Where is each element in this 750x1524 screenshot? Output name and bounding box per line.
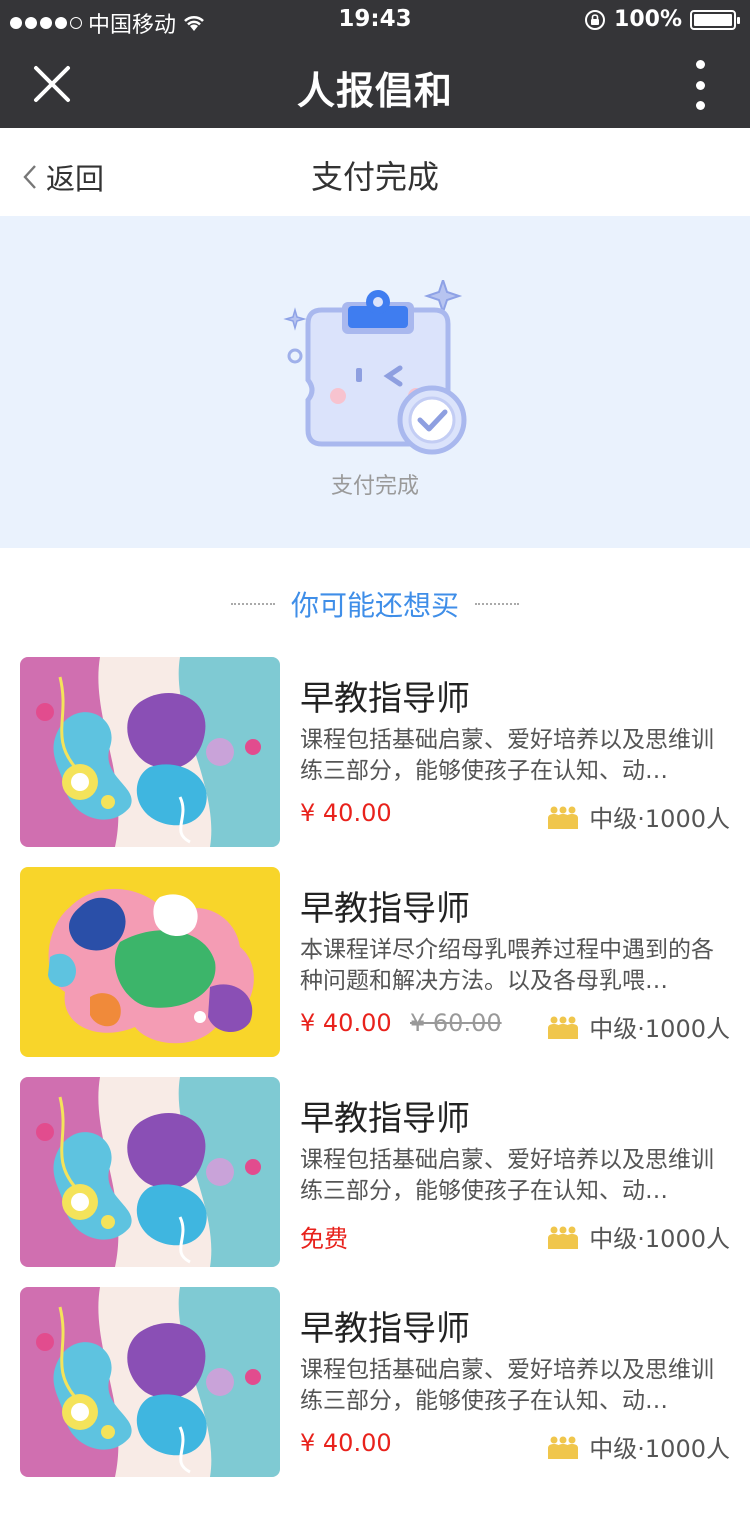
product-thumbnail [20,657,280,847]
recommend-heading: 你可能还想买 [0,584,750,624]
rotation-lock-icon [585,9,606,30]
people-icon [547,1225,579,1249]
product-info: 早教指导师 课程包括基础启蒙、爱好培养以及思维训练三部分，能够使孩子在认知、动…… [300,1287,730,1477]
product-desc: 课程包括基础启蒙、爱好培养以及思维训练三部分，能够使孩子在认知、动… [300,727,714,784]
more-vertical-icon[interactable] [694,60,706,110]
payment-success-banner: 支付完成 [0,216,750,548]
product-meta: 中级·1000人 [547,1009,730,1044]
product-price: 免费 [300,1225,348,1253]
divider [475,603,519,605]
product-price: ¥ 40.00 [300,799,392,827]
product-meta: 中级·1000人 [547,799,730,834]
product-thumbnail [20,1287,280,1477]
product-info: 早教指导师 课程包括基础启蒙、爱好培养以及思维训练三部分，能够使孩子在认知、动…… [300,1077,730,1267]
recommend-title: 你可能还想买 [290,589,459,622]
status-bar: 中国移动 19:43 100% [0,0,750,40]
nav-bar: 人报倡和 [0,40,750,128]
product-desc: 课程包括基础启蒙、爱好培养以及思维训练三部分，能够使孩子在认知、动… [300,1357,714,1414]
product-thumbnail [20,867,280,1057]
status-right: 100% [584,7,740,32]
wechat-header: 中国移动 19:43 100% 人报倡和 [0,0,750,128]
payment-success-illustration [283,280,467,455]
product-meta: 中级·1000人 [547,1219,730,1254]
divider [230,603,275,605]
product-desc: 课程包括基础启蒙、爱好培养以及思维训练三部分，能够使孩子在认知、动… [300,1147,714,1204]
product-level-count: 中级·1000人 [589,1225,730,1253]
page-header: 返回 支付完成 [0,128,750,216]
product-level-count: 中级·1000人 [589,1015,730,1043]
product-original-price: ¥ 60.00 [410,1009,502,1037]
product-title: 早教指导师 [300,1099,470,1139]
product-info: 早教指导师 课程包括基础启蒙、爱好培养以及思维训练三部分，能够使孩子在认知、动…… [300,657,730,847]
page-title: 支付完成 [310,158,439,196]
product-card[interactable]: 早教指导师 课程包括基础启蒙、爱好培养以及思维训练三部分，能够使孩子在认知、动…… [20,657,730,847]
product-title: 早教指导师 [300,889,470,929]
product-info: 早教指导师 本课程详尽介绍母乳喂养过程中遇到的各种问题和解决方法。以及各母乳喂…… [300,867,730,1057]
product-level-count: 中级·1000人 [589,805,730,833]
product-price: ¥ 40.00 [300,1009,392,1037]
people-icon [547,1435,579,1459]
battery-percent: 100% [614,7,682,32]
product-card[interactable]: 早教指导师 课程包括基础启蒙、爱好培养以及思维训练三部分，能够使孩子在认知、动…… [20,1287,730,1477]
success-text: 支付完成 [330,474,419,499]
product-meta: 中级·1000人 [547,1429,730,1464]
product-card[interactable]: 早教指导师 课程包括基础启蒙、爱好培养以及思维训练三部分，能够使孩子在认知、动…… [20,1077,730,1267]
product-level-count: 中级·1000人 [589,1435,730,1463]
product-price: ¥ 40.00 [300,1429,392,1457]
product-title: 早教指导师 [300,679,470,719]
product-desc: 本课程详尽介绍母乳喂养过程中遇到的各种问题和解决方法。以及各母乳喂… [300,937,714,994]
people-icon [547,805,579,829]
nav-title: 人报倡和 [296,69,453,113]
people-icon [547,1015,579,1039]
product-thumbnail [20,1077,280,1267]
product-title: 早教指导师 [300,1309,470,1349]
product-card[interactable]: 早教指导师 本课程详尽介绍母乳喂养过程中遇到的各种问题和解决方法。以及各母乳喂…… [20,867,730,1057]
battery-icon [690,9,740,30]
